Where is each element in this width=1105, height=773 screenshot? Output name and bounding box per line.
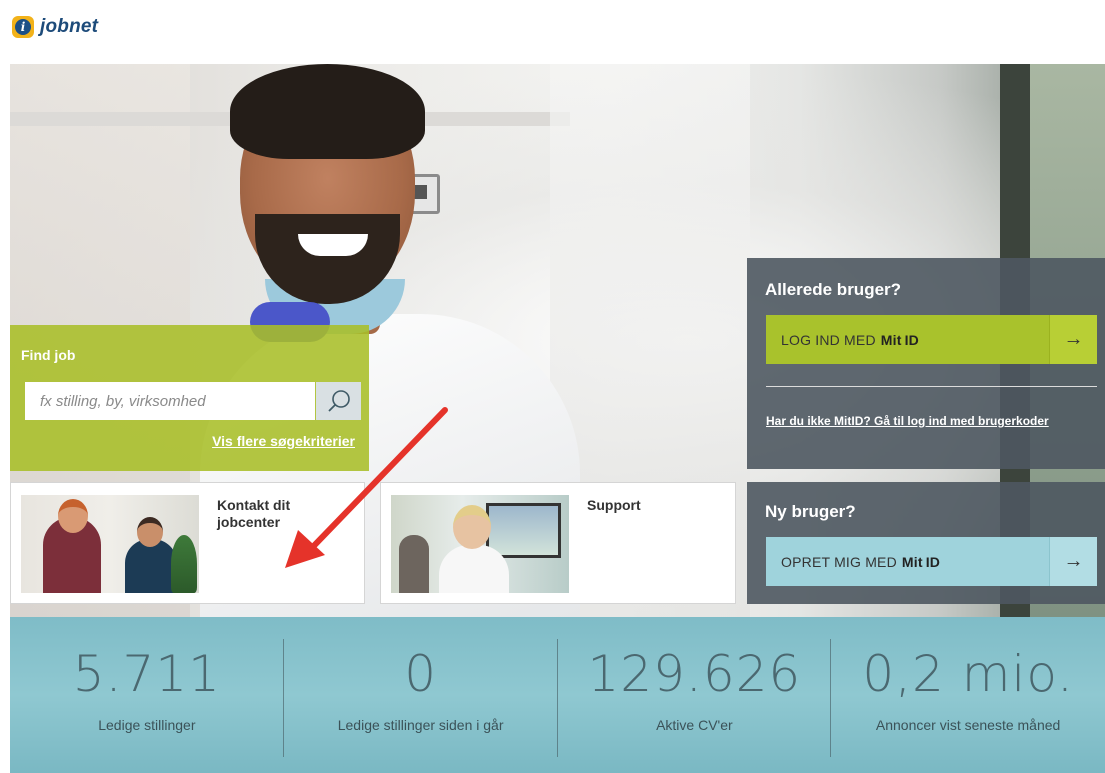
- stat-label: Ledige stillinger siden i går: [337, 717, 504, 733]
- more-search-criteria-link[interactable]: Vis flere søgekriterier: [212, 433, 355, 449]
- search-button[interactable]: [316, 382, 361, 420]
- statistics-band: 5.711 Ledige stillinger 0 Ledige stillin…: [10, 617, 1105, 773]
- logo-icon: i: [12, 16, 34, 38]
- contact-jobcenter-card[interactable]: Kontakt dit jobcenter: [10, 482, 365, 604]
- arrow-right-icon: →: [1049, 315, 1097, 364]
- search-icon: [327, 390, 350, 412]
- support-label: Support: [587, 497, 641, 513]
- new-user-title: Ny bruger?: [765, 502, 856, 521]
- stat-active-cvs: 129.626 Aktive CV'er: [558, 617, 832, 773]
- stat-vacancies: 5.711 Ledige stillinger: [10, 617, 284, 773]
- stat-label: Ledige stillinger: [98, 717, 196, 733]
- job-search-input[interactable]: [25, 382, 315, 420]
- contact-jobcenter-label: Kontakt dit jobcenter: [217, 497, 291, 530]
- stat-value: 0,2 mio.: [862, 645, 1074, 703]
- support-card[interactable]: Support: [380, 482, 736, 604]
- stat-label: Aktive CV'er: [656, 717, 733, 733]
- stat-new-vacancies: 0 Ledige stillinger siden i går: [284, 617, 558, 773]
- arrow-right-icon: →: [1049, 537, 1097, 586]
- contact-jobcenter-image: [21, 495, 199, 593]
- stat-label: Annoncer vist seneste måned: [875, 717, 1061, 733]
- existing-user-panel: Allerede bruger? LOG IND MED Mit ID → Har…: [747, 258, 1105, 469]
- mitid-logo: Mit ID: [880, 331, 919, 348]
- divider: [766, 386, 1097, 387]
- login-mitid-button[interactable]: LOG IND MED Mit ID →: [766, 315, 1097, 364]
- mitid-logo: Mit ID: [901, 553, 941, 570]
- support-image: [391, 495, 569, 593]
- stat-value: 129.626: [587, 645, 802, 703]
- login-with-codes-link[interactable]: Har du ikke MitID? Gå til log ind med br…: [766, 413, 1086, 429]
- stat-value: 0: [404, 645, 438, 703]
- logo-text: jobnet: [40, 16, 99, 37]
- create-mitid-button[interactable]: OPRET MIG MED Mit ID →: [766, 537, 1097, 586]
- new-user-panel: Ny bruger? OPRET MIG MED Mit ID →: [747, 482, 1105, 604]
- find-job-panel: Find job Vis flere søgekriterier: [10, 325, 369, 471]
- site-header: i jobnet: [0, 0, 1105, 62]
- jobnet-logo[interactable]: i jobnet: [12, 16, 98, 38]
- stat-ad-views: 0,2 mio. Annoncer vist seneste måned: [831, 617, 1105, 773]
- existing-user-title: Allerede bruger?: [765, 280, 902, 299]
- stat-value: 5.711: [72, 645, 221, 703]
- find-job-title: Find job: [21, 347, 76, 363]
